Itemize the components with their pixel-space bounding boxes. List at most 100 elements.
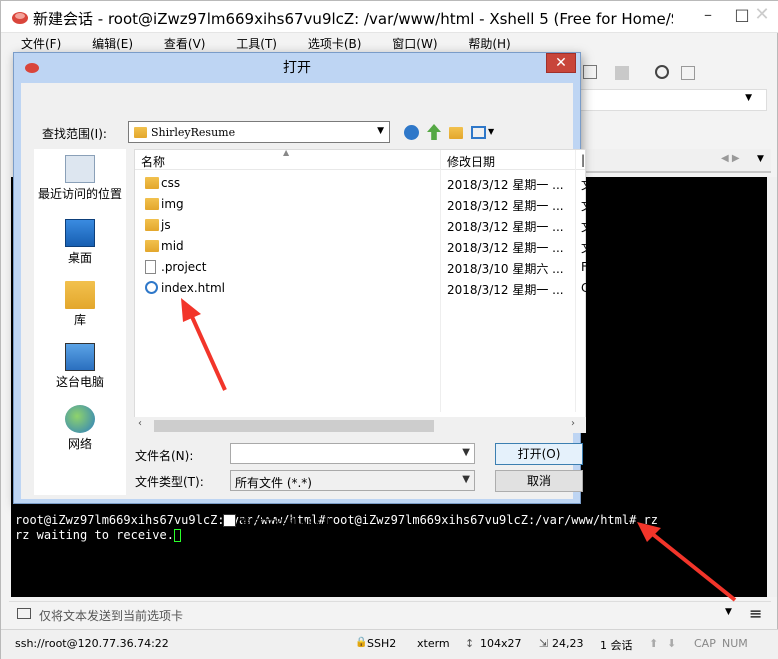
library-icon: [65, 281, 95, 309]
back-icon[interactable]: [404, 125, 419, 140]
file-row[interactable]: js 2018/3/12 星期一 ... 文: [135, 216, 593, 236]
place-library[interactable]: 库: [34, 281, 126, 328]
terminal-line: root@iZwz97lm669xihs67vu9lcZ:/var/www/ht…: [15, 513, 658, 527]
filetype-dropdown[interactable]: 所有文件 (*.*) ▼: [230, 470, 475, 491]
file-date: 2018/3/12 星期一 ...: [447, 220, 564, 234]
file-date: 2018/3/12 星期一 ...: [447, 241, 564, 255]
places-sidebar: 最近访问的位置 桌面 库 这台电脑 网络: [34, 149, 126, 495]
open-file-dialog: 打开 ✕ 查找范围(I): ShirleyResume ▼ ▼ 最近访问的位置 …: [13, 52, 593, 530]
filename-input[interactable]: ▼: [230, 443, 475, 464]
file-date: 2018/3/12 星期一 ...: [447, 178, 564, 192]
close-window-button[interactable]: ✕: [745, 1, 778, 31]
file-type-truncated: C: [581, 281, 590, 295]
file-row[interactable]: mid 2018/3/12 星期一 ... 文: [135, 237, 593, 257]
column-header-name[interactable]: 名称: [141, 153, 165, 170]
help-icon[interactable]: [655, 65, 669, 79]
annotation-arrow-rz: [637, 522, 737, 602]
sort-up-icon: ▲: [283, 148, 290, 157]
file-row[interactable]: .project 2018/3/10 星期六 ... F: [135, 258, 588, 278]
folder-icon: [145, 240, 159, 252]
column-header-more[interactable]: |: [581, 153, 585, 167]
menu-tools[interactable]: 工具(T): [224, 35, 277, 52]
chevron-down-icon: ▼: [462, 474, 470, 485]
file-type-truncated: 文: [581, 178, 594, 192]
file-row[interactable]: img 2018/3/12 星期一 ... 文: [135, 195, 593, 215]
up-folder-icon[interactable]: [427, 124, 441, 140]
menu-window[interactable]: 窗口(W): [380, 35, 437, 52]
file-row[interactable]: css 2018/3/12 星期一 ... 文: [135, 174, 593, 194]
place-network[interactable]: 网络: [34, 405, 126, 452]
arrow-up-icon[interactable]: ⬆: [649, 637, 658, 650]
place-label: 网络: [67, 437, 92, 451]
computer-icon: [65, 343, 95, 371]
file-date: 2018/3/12 星期一 ...: [447, 283, 564, 297]
place-label: 这台电脑: [55, 375, 104, 389]
file-type-truncated: 文: [581, 220, 594, 234]
menu-edit[interactable]: 编辑(E): [80, 35, 133, 52]
column-header-date[interactable]: 修改日期: [447, 153, 495, 170]
place-desktop[interactable]: 桌面: [34, 219, 126, 266]
chevron-down-icon[interactable]: ▼: [488, 127, 494, 136]
cancel-button[interactable]: 取消: [495, 470, 583, 492]
tab-scroll-icon[interactable]: ◀ ▶: [721, 153, 740, 164]
minimize-button[interactable]: –: [691, 1, 725, 31]
network-globe-icon: [65, 405, 95, 433]
place-label: 桌面: [67, 251, 92, 265]
arrow-down-icon[interactable]: ⬇: [667, 637, 676, 650]
chat-icon[interactable]: [681, 66, 695, 80]
file-list-hscrollbar[interactable]: ‹ ›: [134, 417, 586, 433]
toolbar: [577, 59, 777, 87]
file-type-truncated: 文: [581, 199, 594, 213]
status-protocol: SSH2: [367, 637, 397, 650]
resize-icon: ↕: [465, 637, 475, 650]
terminal-scrollbar[interactable]: [767, 177, 777, 597]
desktop-icon: [65, 219, 95, 247]
scroll-right-icon[interactable]: ›: [571, 418, 575, 429]
scroll-left-icon[interactable]: ‹: [138, 418, 142, 429]
scroll-thumb[interactable]: [154, 420, 434, 432]
tab-menu-icon[interactable]: ▼: [757, 154, 764, 164]
menu-lines-icon[interactable]: ≡: [749, 604, 762, 623]
transfer-icon[interactable]: [583, 65, 597, 79]
menu-file[interactable]: 文件(F): [9, 35, 61, 52]
dialog-title: 打开: [283, 60, 311, 76]
filename-label: 文件名(N):: [135, 449, 194, 463]
folder-icon: [145, 177, 159, 189]
place-label: 库: [73, 313, 86, 327]
dialog-close-button[interactable]: ✕: [546, 53, 576, 73]
html-file-icon: [145, 281, 158, 294]
status-bar: ssh://root@120.77.36.74:22 🔒 SSH2 xterm …: [1, 629, 778, 659]
new-folder-icon[interactable]: [449, 127, 463, 139]
file-date: 2018/3/12 星期一 ...: [447, 199, 564, 213]
send-icon: [17, 608, 31, 619]
place-this-pc[interactable]: 这台电脑: [34, 343, 126, 390]
status-sessions: 1 会话: [600, 639, 633, 652]
file-type-truncated: 文: [581, 241, 594, 255]
place-recent[interactable]: 最近访问的位置: [34, 155, 126, 202]
status-terminal-type: xterm: [417, 637, 450, 650]
status-caps: CAP: [694, 637, 716, 650]
xshell-logo-icon: [12, 12, 28, 24]
terminal-output: root@iZwz97lm669xihs67vu9lcZ:/var/www/ht…: [15, 513, 658, 543]
status-size: 104x27: [480, 637, 522, 650]
menu-view[interactable]: 查看(V): [152, 35, 206, 52]
look-in-dropdown[interactable]: ShirleyResume ▼: [128, 121, 390, 143]
file-list: 名称 ▲ 修改日期 | css 2018/3/12 星期一 ... 文 img …: [134, 148, 593, 431]
menu-tabs[interactable]: 选项卡(B): [296, 35, 362, 52]
ascii-checkbox-label[interactable]: 发送文件到ASCII: [239, 514, 330, 531]
send-input-placeholder[interactable]: 仅将文本发送到当前选项卡: [39, 607, 183, 624]
send-target-dropdown-icon[interactable]: ▼: [725, 607, 732, 617]
layout-icon[interactable]: [615, 66, 629, 80]
file-name: index.html: [161, 281, 225, 295]
ascii-checkbox[interactable]: [223, 514, 236, 527]
file-name: js: [161, 218, 171, 232]
menu-help[interactable]: 帮助(H): [456, 35, 510, 52]
status-cursor-pos: 24,23: [552, 637, 584, 650]
tab-strip: ◀ ▶ ▼: [579, 149, 771, 173]
file-name: mid: [161, 239, 184, 253]
open-button[interactable]: 打开(O): [495, 443, 583, 465]
view-menu-icon[interactable]: [471, 126, 486, 139]
file-date: 2018/3/10 星期六 ...: [447, 262, 564, 276]
filetype-value: 所有文件 (*.*): [235, 476, 312, 490]
address-bar[interactable]: ▼: [579, 89, 767, 111]
